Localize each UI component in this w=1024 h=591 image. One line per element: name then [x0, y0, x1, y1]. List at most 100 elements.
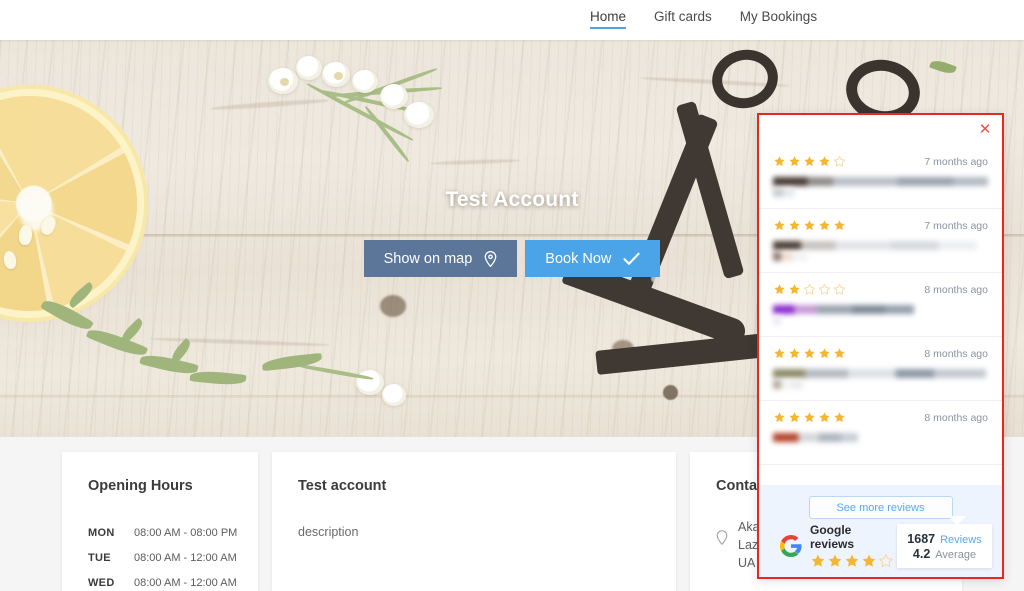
- show-on-map-button[interactable]: Show on map: [363, 240, 518, 277]
- review-text-redacted: [773, 177, 988, 197]
- star-filled-icon: [804, 348, 815, 359]
- star-filled-icon: [862, 554, 876, 567]
- page-root: Home Gift cards My Bookings Test Account…: [0, 0, 1024, 591]
- review-item: 7 months ago: [759, 209, 1002, 273]
- review-header: 8 months ago: [773, 283, 988, 296]
- hours-time: 08:00 AM - 12:00 AM: [134, 551, 237, 564]
- average-rating: 4.2: [912, 546, 931, 561]
- star-empty-icon: [818, 283, 831, 295]
- star-filled-icon: [804, 156, 815, 167]
- google-badge-texts: Google reviews: [810, 523, 897, 569]
- review-rating-stars: [773, 347, 846, 360]
- star-filled-icon: [789, 284, 800, 295]
- hours-row: MON 08:00 AM - 08:00 PM: [88, 520, 248, 545]
- review-text-redacted: [773, 369, 988, 389]
- location-pin-icon: [716, 518, 728, 572]
- redaction-bar: [773, 305, 954, 314]
- site-header: Home Gift cards My Bookings: [0, 0, 1024, 40]
- opening-hours-list: MON 08:00 AM - 08:00 PM TUE 08:00 AM - 1…: [88, 520, 248, 591]
- book-now-button[interactable]: Book Now: [525, 240, 661, 277]
- star-filled-icon: [845, 554, 859, 567]
- star-filled-icon: [789, 220, 800, 231]
- review-item: 8 months ago: [759, 273, 1002, 337]
- review-text-redacted: [773, 433, 988, 442]
- opening-hours-card: Opening Hours MON 08:00 AM - 08:00 PM TU…: [62, 452, 258, 591]
- star-filled-icon: [774, 220, 785, 231]
- hours-time: 08:00 AM - 08:00 PM: [134, 526, 238, 539]
- flower: [404, 102, 434, 128]
- hours-row: WED 08:00 AM - 12:00 AM: [88, 570, 248, 591]
- google-badge-stars: [810, 553, 897, 569]
- reviews-count: 1687: [907, 531, 936, 546]
- redaction-bar: [773, 380, 855, 389]
- hours-day: MON: [88, 526, 115, 539]
- star-filled-icon: [789, 412, 800, 423]
- star-empty-icon: [879, 554, 893, 568]
- star-filled-icon: [819, 156, 830, 167]
- nav-item-home[interactable]: Home: [590, 9, 627, 29]
- main-navigation: Home Gift cards My Bookings: [590, 9, 817, 29]
- redaction-bar: [773, 433, 915, 442]
- reviews-count-label: Reviews: [940, 533, 982, 546]
- see-more-reviews-button[interactable]: See more reviews: [808, 496, 953, 519]
- about-card: Test account description: [272, 452, 676, 591]
- star-empty-icon: [833, 155, 846, 167]
- about-title: Test account: [298, 478, 387, 494]
- review-date: 8 months ago: [924, 411, 988, 424]
- review-rating-stars: [773, 219, 846, 232]
- review-header: 8 months ago: [773, 347, 988, 360]
- google-badge-stats: 1687 Reviews 4.2 Average: [897, 516, 992, 568]
- review-text-redacted: [773, 241, 988, 261]
- review-header: 7 months ago: [773, 219, 988, 232]
- redaction-bar: [773, 241, 988, 250]
- review-rating-stars: [773, 155, 846, 168]
- redaction-bar: [773, 188, 855, 197]
- flower: [380, 84, 408, 109]
- reviews-popup-footer: See more reviews Google reviews 1687 Rev…: [759, 485, 1002, 577]
- nav-item-gift-cards[interactable]: Gift cards: [654, 9, 712, 29]
- google-reviews-popup: ✕ 7 months ago 7 months ago 8 months ago 8 …: [757, 113, 1004, 579]
- map-pin-icon: [484, 250, 497, 267]
- star-filled-icon: [834, 412, 845, 423]
- google-reviews-title: Google reviews: [810, 523, 855, 551]
- review-item: 7 months ago: [759, 145, 1002, 209]
- opening-hours-title: Opening Hours: [88, 478, 193, 494]
- hours-time: 08:00 AM - 12:00 AM: [134, 576, 237, 589]
- hours-day: WED: [88, 576, 115, 589]
- flower: [382, 384, 406, 406]
- star-filled-icon: [819, 412, 830, 423]
- star-filled-icon: [819, 348, 830, 359]
- star-filled-icon: [804, 220, 815, 231]
- hours-row: TUE 08:00 AM - 12:00 AM: [88, 545, 248, 570]
- review-header: 7 months ago: [773, 155, 988, 168]
- star-filled-icon: [819, 220, 830, 231]
- star-filled-icon: [774, 156, 785, 167]
- flower: [352, 70, 378, 93]
- star-filled-icon: [789, 156, 800, 167]
- review-date: 8 months ago: [924, 347, 988, 360]
- flower-center: [280, 78, 289, 86]
- star-empty-icon: [803, 283, 816, 295]
- google-badge-left: Google reviews: [773, 523, 897, 569]
- book-now-label: Book Now: [545, 250, 612, 267]
- review-rating-stars: [773, 411, 846, 424]
- badge-pointer: [948, 516, 966, 525]
- review-header: 8 months ago: [773, 411, 988, 424]
- hours-day: TUE: [88, 551, 111, 564]
- redaction-bar: [773, 369, 988, 378]
- check-icon: [623, 252, 640, 266]
- nav-item-my-bookings[interactable]: My Bookings: [740, 9, 817, 29]
- google-logo-icon: [779, 534, 803, 558]
- star-filled-icon: [834, 348, 845, 359]
- review-date: 8 months ago: [924, 283, 988, 296]
- show-on-map-label: Show on map: [383, 250, 473, 267]
- redaction-bar: [773, 177, 988, 186]
- reviews-list[interactable]: 7 months ago 7 months ago 8 months ago 8 mo…: [759, 145, 1002, 489]
- flower: [296, 56, 322, 80]
- star-filled-icon: [789, 348, 800, 359]
- google-reviews-badge: Google reviews 1687 Reviews 4.2 Average: [773, 516, 992, 569]
- close-icon[interactable]: ✕: [977, 121, 993, 137]
- average-label: Average: [935, 548, 977, 561]
- star-filled-icon: [834, 220, 845, 231]
- star-filled-icon: [774, 412, 785, 423]
